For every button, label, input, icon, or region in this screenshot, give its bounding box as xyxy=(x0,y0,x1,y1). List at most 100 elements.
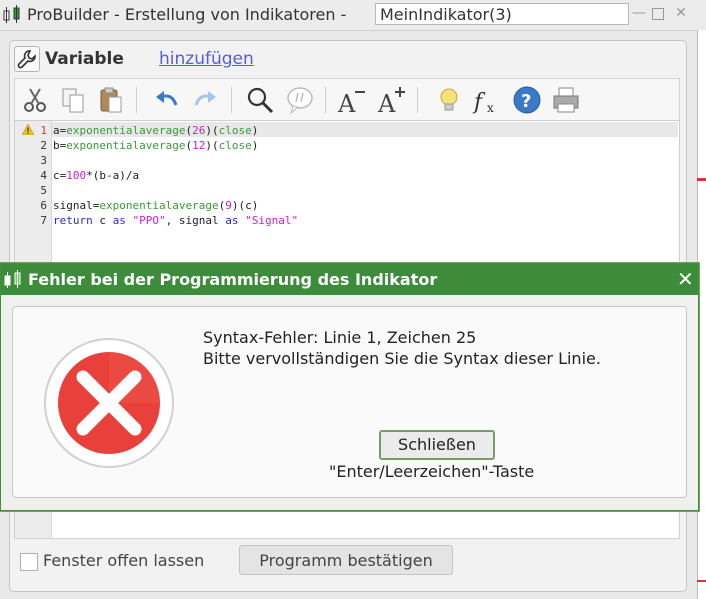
function-icon: f x xyxy=(472,90,494,115)
code-token: 9 xyxy=(225,199,232,212)
keep-window-open-checkbox[interactable] xyxy=(20,553,38,571)
code-token: "PPO" xyxy=(132,214,166,227)
variable-label: Variable xyxy=(45,49,124,69)
dialog-close-icon[interactable]: ✕ xyxy=(677,268,694,290)
error-dialog: Fehler bei der Programmierung des Indika… xyxy=(0,263,699,511)
line-number: 1 xyxy=(40,124,47,137)
cut-button[interactable] xyxy=(20,85,50,115)
svg-text:A: A xyxy=(377,90,396,115)
code-token: c= xyxy=(53,169,67,182)
window-titlebar: ProBuilder - Erstellung von Indikatoren … xyxy=(0,0,706,31)
keep-window-open-label: Fenster offen lassen xyxy=(43,551,205,570)
dialog-titlebar: Fehler bei der Programmierung des Indika… xyxy=(1,264,698,295)
svg-text:x: x xyxy=(487,101,494,115)
toolbar-separator xyxy=(136,87,137,113)
code-token: ( xyxy=(211,124,219,137)
error-message-line2: Bitte vervollständigen Sie die Syntax di… xyxy=(203,349,601,368)
maximize-icon[interactable] xyxy=(652,8,664,20)
code-token: c xyxy=(92,214,113,227)
code-token: as xyxy=(225,214,239,227)
code-line[interactable]: b=exponentialaverage(12)(close) xyxy=(53,138,258,153)
svg-text:?: ? xyxy=(521,91,531,112)
minimize-icon[interactable]: — xyxy=(632,6,646,20)
code-line[interactable]: a=exponentialaverage(26)(close) xyxy=(53,123,258,138)
code-token: ) xyxy=(205,124,212,137)
code-token: )(c) xyxy=(231,199,259,212)
redo-icon xyxy=(194,91,216,106)
paste-icon xyxy=(100,87,122,113)
font-increase-icon: A xyxy=(377,87,405,118)
code-token: 100 xyxy=(66,169,87,182)
svg-text:A: A xyxy=(337,90,356,115)
function-button[interactable]: f x xyxy=(472,85,502,115)
indicator-name-field[interactable]: MeinIndikator(3) xyxy=(375,3,629,25)
help-icon: ? xyxy=(513,86,541,114)
code-token: exponentialaverage xyxy=(99,199,219,212)
code-token: close xyxy=(218,139,252,152)
toolbar-separator xyxy=(231,87,232,113)
line-number: 2 xyxy=(40,139,47,152)
search-icon xyxy=(247,87,274,114)
line-number: 7 xyxy=(40,214,47,227)
code-token: exponentialaverage xyxy=(66,124,186,137)
font-decrease-icon: A xyxy=(337,90,365,118)
dialog-body: Syntax-Fehler: Linie 1, Zeichen 25 Bitte… xyxy=(12,306,687,498)
code-token: b= xyxy=(53,139,67,152)
code-token: 12 xyxy=(192,139,206,152)
comment-button[interactable] xyxy=(285,85,315,115)
redo-button[interactable] xyxy=(190,85,220,115)
code-line[interactable]: c=100*(b-a)/a xyxy=(53,168,139,183)
code-token: "Signal" xyxy=(245,214,299,227)
close-key-hint: "Enter/Leerzeichen"-Taste xyxy=(329,462,535,481)
window-title: ProBuilder - Erstellung von Indikatoren … xyxy=(27,5,347,24)
idea-button[interactable] xyxy=(434,85,464,115)
code-token: *(b-a)/a xyxy=(86,169,140,182)
window-close-icon[interactable]: ✕ xyxy=(674,6,688,20)
line-number: 6 xyxy=(40,199,47,212)
probuilder-candlestick-icon xyxy=(4,270,21,288)
toolbar-separator xyxy=(417,87,418,113)
code-token: exponentialaverage xyxy=(66,139,186,152)
code-token: ) xyxy=(251,124,259,137)
chart-price-marker xyxy=(697,178,706,181)
code-token: signal= xyxy=(53,199,100,212)
error-icon xyxy=(44,338,174,468)
confirm-program-button[interactable]: Programm bestätigen xyxy=(239,545,453,575)
editor-toolbar: A A f x ? xyxy=(14,78,680,121)
dialog-close-button[interactable]: Schließen xyxy=(379,430,495,460)
error-message-line1: Syntax-Fehler: Linie 1, Zeichen 25 xyxy=(203,328,477,347)
font-increase-button[interactable]: A xyxy=(377,85,407,118)
copy-button[interactable] xyxy=(58,85,88,115)
paste-button[interactable] xyxy=(96,85,126,115)
scissors-icon xyxy=(24,88,46,112)
font-decrease-button[interactable]: A xyxy=(337,85,367,118)
search-button[interactable] xyxy=(245,85,275,115)
lightbulb-icon xyxy=(440,88,458,111)
code-token: return xyxy=(53,214,93,227)
code-line[interactable]: signal=exponentialaverage(9)(c) xyxy=(53,198,258,213)
line-number: 5 xyxy=(40,184,47,197)
print-button[interactable] xyxy=(551,85,581,115)
print-icon xyxy=(553,87,579,113)
comment-icon xyxy=(287,87,313,115)
undo-button[interactable] xyxy=(152,85,182,115)
code-token: )( xyxy=(205,139,219,152)
wrench-button[interactable] xyxy=(14,46,40,72)
code-token: close xyxy=(218,124,252,137)
copy-icon xyxy=(62,88,84,113)
help-button[interactable]: ? xyxy=(512,85,542,115)
code-token: ) xyxy=(251,139,259,152)
line-number: 3 xyxy=(40,154,47,167)
probuilder-candlestick-icon xyxy=(3,5,20,23)
wrench-icon xyxy=(17,50,36,69)
code-token: as xyxy=(112,214,126,227)
code-line[interactable]: return c as "PPO", signal as "Signal" xyxy=(53,213,298,228)
undo-icon xyxy=(156,91,178,106)
line-number: 4 xyxy=(40,169,47,182)
add-variable-link[interactable]: hinzufügen xyxy=(159,49,254,69)
toolbar-separator xyxy=(325,87,326,113)
code-token: a= xyxy=(53,124,67,137)
code-token: , signal xyxy=(165,214,226,227)
code-token: 26 xyxy=(192,124,206,137)
